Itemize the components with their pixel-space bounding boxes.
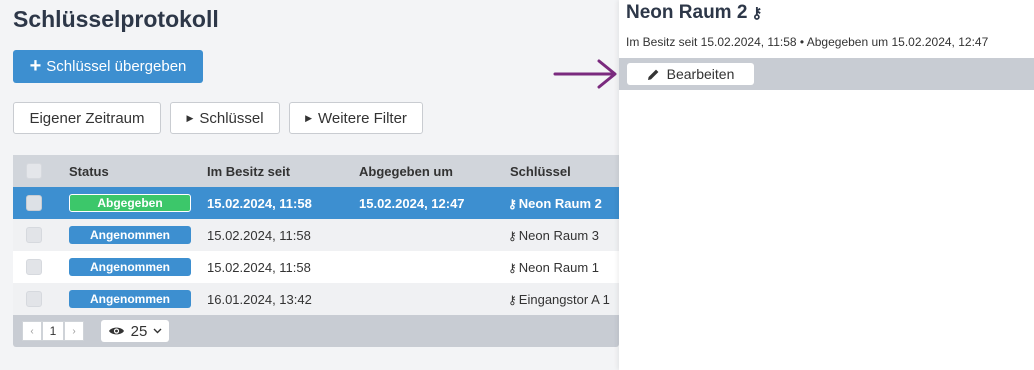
- pencil-icon: [647, 69, 659, 80]
- key-icon: ⚷: [508, 260, 517, 275]
- row-checkbox[interactable]: [26, 291, 42, 307]
- key-icon: ⚷: [751, 5, 763, 22]
- since-cell: 15.02.2024, 11:58: [207, 227, 311, 243]
- detail-toolbar: Bearbeiten: [619, 58, 1034, 90]
- table-row[interactable]: Angenommen 15.02.2024, 11:58 ⚷ Neon Raum …: [13, 251, 619, 283]
- since-cell: 16.01.2024, 13:42: [207, 291, 312, 307]
- detail-panel: Neon Raum 2 ⚷ Im Besitz seit 15.02.2024,…: [619, 0, 1034, 370]
- hand-over-key-label: Schlüssel übergeben: [46, 58, 187, 75]
- table-header: Status Im Besitz seit Abgegeben um Schlü…: [13, 155, 619, 187]
- table-row[interactable]: Angenommen 16.01.2024, 13:42 ⚷ Eingangsto…: [13, 283, 619, 315]
- key-name: Neon Raum 2: [518, 195, 602, 211]
- hand-over-key-button[interactable]: + Schlüssel übergeben: [13, 50, 203, 83]
- page-title: Schlüsselprotokoll: [13, 6, 219, 32]
- status-badge: Angenommen: [69, 258, 191, 276]
- key-name: Neon Raum 3: [518, 227, 600, 243]
- key-cell: ⚷ Neon Raum 3: [508, 228, 599, 243]
- key-cell: ⚷ Eingangstor A 1: [508, 292, 610, 307]
- caret-right-icon: ▶: [305, 112, 312, 123]
- since-cell: 15.02.2024, 11:58: [207, 259, 311, 275]
- column-header-status[interactable]: Status: [69, 164, 109, 179]
- prev-page-button[interactable]: ‹: [22, 321, 42, 341]
- key-icon: ⚷: [508, 196, 517, 211]
- more-filters-button[interactable]: ▶ Weitere Filter: [289, 102, 423, 134]
- edit-label: Bearbeiten: [666, 66, 735, 82]
- key-log-table: Status Im Besitz seit Abgegeben um Schlü…: [13, 155, 619, 315]
- since-cell: 15.02.2024, 11:58: [207, 195, 312, 211]
- edit-button[interactable]: Bearbeiten: [627, 63, 754, 85]
- key-cell: ⚷ Neon Raum 2: [508, 196, 602, 211]
- own-period-label: Eigener Zeitraum: [29, 109, 145, 127]
- per-page-select[interactable]: 25: [101, 320, 169, 342]
- per-page-value: 25: [130, 322, 148, 340]
- detail-meta: Im Besitz seit 15.02.2024, 11:58 • Abgeg…: [626, 35, 989, 49]
- status-badge: Angenommen: [69, 226, 191, 244]
- caret-right-icon: ▶: [186, 112, 194, 123]
- plus-icon: +: [29, 54, 42, 77]
- table-footer: ‹ 1 › 25: [13, 315, 619, 347]
- key-icon: ⚷: [508, 228, 517, 243]
- column-header-since[interactable]: Im Besitz seit: [207, 164, 290, 179]
- detail-title: Neon Raum 2 ⚷: [626, 2, 762, 24]
- row-checkbox[interactable]: [26, 227, 42, 243]
- key-name: Eingangstor A 1: [518, 291, 610, 307]
- table-row[interactable]: Abgegeben 15.02.2024, 11:58 15.02.2024, …: [13, 187, 619, 219]
- select-all-checkbox[interactable]: [26, 163, 42, 179]
- own-period-filter-button[interactable]: Eigener Zeitraum: [13, 102, 161, 134]
- keys-filter-button[interactable]: ▶ Schlüssel: [170, 102, 280, 134]
- key-cell: ⚷ Neon Raum 1: [508, 260, 599, 275]
- detail-title-text: Neon Raum 2: [626, 2, 748, 23]
- table-row[interactable]: Angenommen 15.02.2024, 11:58 ⚷ Neon Raum …: [13, 219, 619, 251]
- next-page-button[interactable]: ›: [64, 321, 84, 341]
- row-checkbox[interactable]: [26, 195, 42, 211]
- column-header-key[interactable]: Schlüssel: [510, 164, 571, 179]
- page-number[interactable]: 1: [42, 321, 64, 341]
- column-header-returned[interactable]: Abgegeben um: [359, 164, 453, 179]
- eye-icon: [108, 327, 124, 335]
- annotation-arrow: [553, 59, 617, 89]
- pagination: ‹ 1 ›: [22, 321, 84, 341]
- status-badge: Angenommen: [69, 290, 191, 308]
- key-icon: ⚷: [508, 292, 517, 307]
- row-checkbox[interactable]: [26, 259, 42, 275]
- chevron-down-icon: [153, 328, 162, 334]
- more-filters-label: Weitere Filter: [318, 109, 407, 127]
- key-name: Neon Raum 1: [518, 259, 600, 275]
- status-badge: Abgegeben: [69, 194, 191, 212]
- returned-cell: 15.02.2024, 12:47: [359, 195, 465, 211]
- keys-filter-label: Schlüssel: [199, 109, 264, 127]
